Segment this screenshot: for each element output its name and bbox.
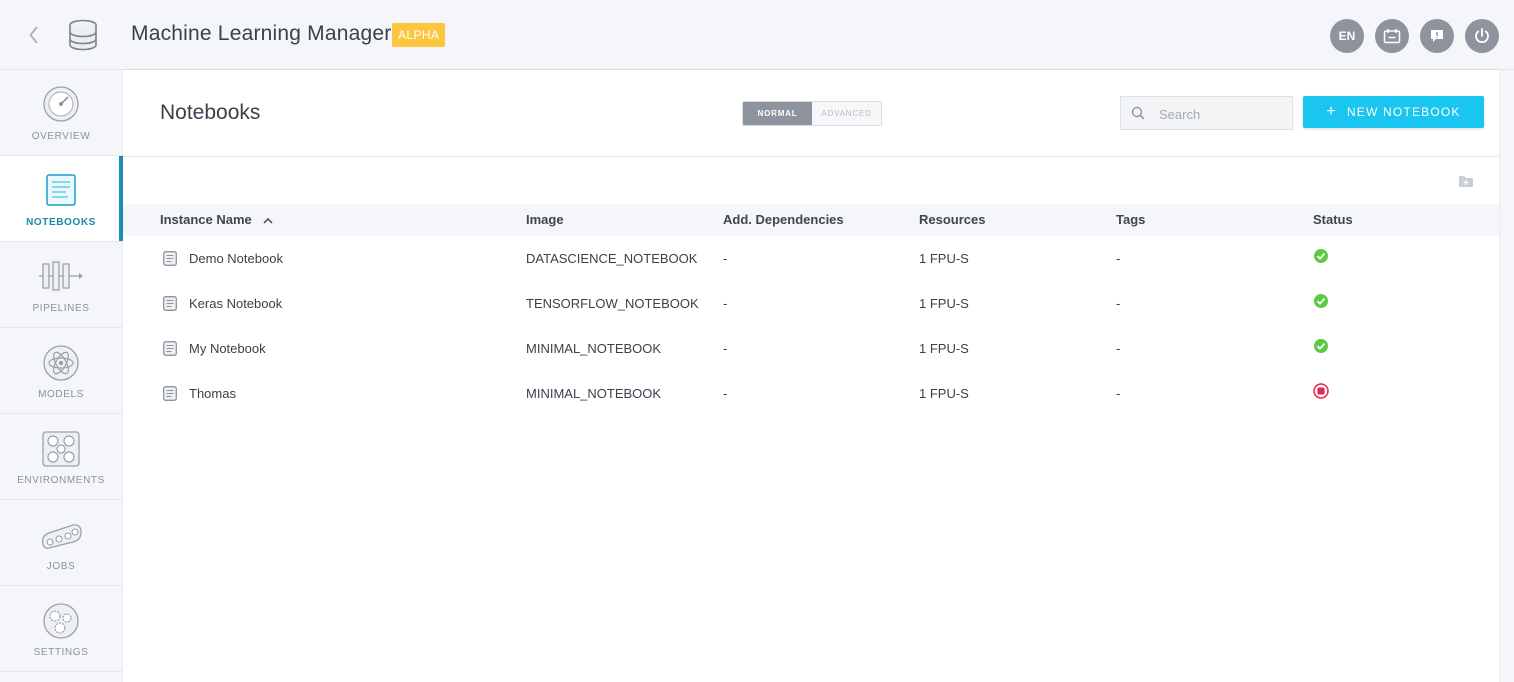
status-running-icon: [1314, 294, 1328, 308]
language-button[interactable]: EN: [1330, 19, 1364, 53]
calendar-button[interactable]: [1375, 19, 1409, 53]
conveyor-icon: [41, 524, 82, 549]
back-button[interactable]: [22, 22, 46, 48]
atom-icon: [43, 345, 79, 381]
column-header-status[interactable]: Status: [1313, 204, 1353, 236]
mode-normal-button[interactable]: NORMAL: [743, 102, 812, 125]
sidebar-item-pipelines[interactable]: PIPELINES: [0, 242, 122, 328]
column-header-tags[interactable]: Tags: [1116, 204, 1145, 236]
dependencies-cell: -: [723, 341, 728, 356]
sidebar-item-models[interactable]: MODELS: [0, 328, 122, 414]
tags-cell: -: [1116, 386, 1121, 401]
tags-cell: -: [1116, 251, 1121, 266]
status-stopped-icon: [1313, 383, 1329, 399]
sort-ascending-icon: [263, 218, 273, 224]
mode-toggle: NORMAL ADVANCED: [742, 101, 882, 126]
resources-cell: 1 FPU-S: [919, 341, 969, 356]
search-box: [1120, 96, 1293, 130]
search-icon: [1131, 106, 1145, 120]
dependencies-cell: -: [723, 296, 728, 311]
logout-button[interactable]: [1465, 19, 1499, 53]
help-chat-icon: [1431, 30, 1443, 42]
instance-name[interactable]: Keras Notebook: [189, 281, 282, 326]
sidebar-item-label: PIPELINES: [32, 303, 90, 314]
database-icon: [69, 19, 97, 51]
top-bar: Machine Learning Manager ALPHA EN: [0, 0, 1514, 70]
plus-icon: +: [1326, 103, 1337, 120]
dependencies-cell: -: [723, 386, 728, 401]
resources-cell: 1 FPU-S: [919, 296, 969, 311]
notebook-file-icon: [163, 341, 177, 356]
table-row[interactable]: Thomas MINIMAL_NOTEBOOK - 1 FPU-S -: [123, 371, 1499, 416]
instance-name[interactable]: My Notebook: [189, 326, 266, 371]
instance-name[interactable]: Thomas: [189, 371, 236, 416]
header-divider: [123, 156, 1499, 157]
status-running-icon: [1314, 249, 1328, 263]
image-cell: DATASCIENCE_NOTEBOOK: [526, 251, 698, 266]
notebook-icon: [46, 174, 76, 206]
app-title: Machine Learning Manager: [131, 22, 392, 45]
tags-cell: -: [1116, 341, 1121, 356]
pipeline-icon: [39, 261, 83, 291]
image-cell: MINIMAL_NOTEBOOK: [526, 341, 662, 356]
sidebar-item-settings[interactable]: SETTINGS: [0, 586, 122, 672]
sidebar-item-label: JOBS: [46, 561, 76, 572]
sidebar-item-overview[interactable]: OVERVIEW: [0, 70, 122, 156]
new-notebook-button[interactable]: + NEW NOTEBOOK: [1303, 96, 1484, 128]
column-header-resources[interactable]: Resources: [919, 204, 985, 236]
tags-cell: -: [1116, 296, 1121, 311]
language-label: EN: [1338, 29, 1356, 43]
status-running-icon: [1314, 339, 1328, 353]
table-row[interactable]: Keras Notebook TENSORFLOW_NOTEBOOK - 1 F…: [123, 281, 1499, 326]
column-header-image[interactable]: Image: [526, 204, 564, 236]
main-panel: Notebooks NORMAL ADVANCED + NEW NOTEBOOK…: [123, 70, 1499, 682]
notebook-file-icon: [163, 386, 177, 401]
sidebar-item-label: NOTEBOOKS: [26, 217, 96, 228]
column-header-label: Instance Name: [160, 212, 252, 227]
sidebar-item-notebooks[interactable]: NOTEBOOKS: [0, 156, 123, 242]
table-row[interactable]: Demo Notebook DATASCIENCE_NOTEBOOK - 1 F…: [123, 236, 1499, 281]
page-title: Notebooks: [160, 101, 261, 124]
column-header-instance-name[interactable]: Instance Name: [160, 204, 273, 236]
resources-cell: 1 FPU-S: [919, 386, 969, 401]
image-cell: TENSORFLOW_NOTEBOOK: [526, 296, 699, 311]
resources-cell: 1 FPU-S: [919, 251, 969, 266]
image-cell: MINIMAL_NOTEBOOK: [526, 386, 662, 401]
dependencies-cell: -: [723, 251, 728, 266]
sidebar-nav: OVERVIEW NOTEBOOKS PIPELINES MODELS ENVI…: [0, 70, 123, 682]
gears-icon: [43, 603, 79, 639]
table-row[interactable]: My Notebook MINIMAL_NOTEBOOK - 1 FPU-S -: [123, 326, 1499, 371]
dashboard-gauge-icon: [43, 86, 79, 122]
sidebar-item-label: OVERVIEW: [31, 131, 91, 142]
mode-advanced-button[interactable]: ADVANCED: [812, 102, 881, 125]
search-input[interactable]: [1157, 103, 1289, 125]
folder-add-icon[interactable]: [1458, 174, 1474, 188]
calendar-icon: [1383, 29, 1401, 44]
alpha-badge: ALPHA: [392, 23, 446, 47]
new-notebook-label: NEW NOTEBOOK: [1346, 105, 1461, 119]
sidebar-item-label: SETTINGS: [33, 647, 89, 658]
chevron-left-icon: [29, 26, 38, 44]
network-grid-icon: [42, 431, 80, 467]
sidebar-item-environments[interactable]: ENVIRONMENTS: [0, 414, 122, 500]
power-icon: [1475, 28, 1489, 43]
column-header-dependencies[interactable]: Add. Dependencies: [723, 204, 844, 236]
notebook-file-icon: [163, 296, 177, 311]
instance-name[interactable]: Demo Notebook: [189, 236, 283, 281]
table-header: Instance Name Image Add. Dependencies Re…: [123, 204, 1499, 236]
sidebar-item-label: ENVIRONMENTS: [17, 475, 105, 486]
sidebar-item-label: MODELS: [38, 389, 84, 400]
help-button[interactable]: [1420, 19, 1454, 53]
notebook-file-icon: [163, 251, 177, 266]
sidebar-item-jobs[interactable]: JOBS: [0, 500, 122, 586]
